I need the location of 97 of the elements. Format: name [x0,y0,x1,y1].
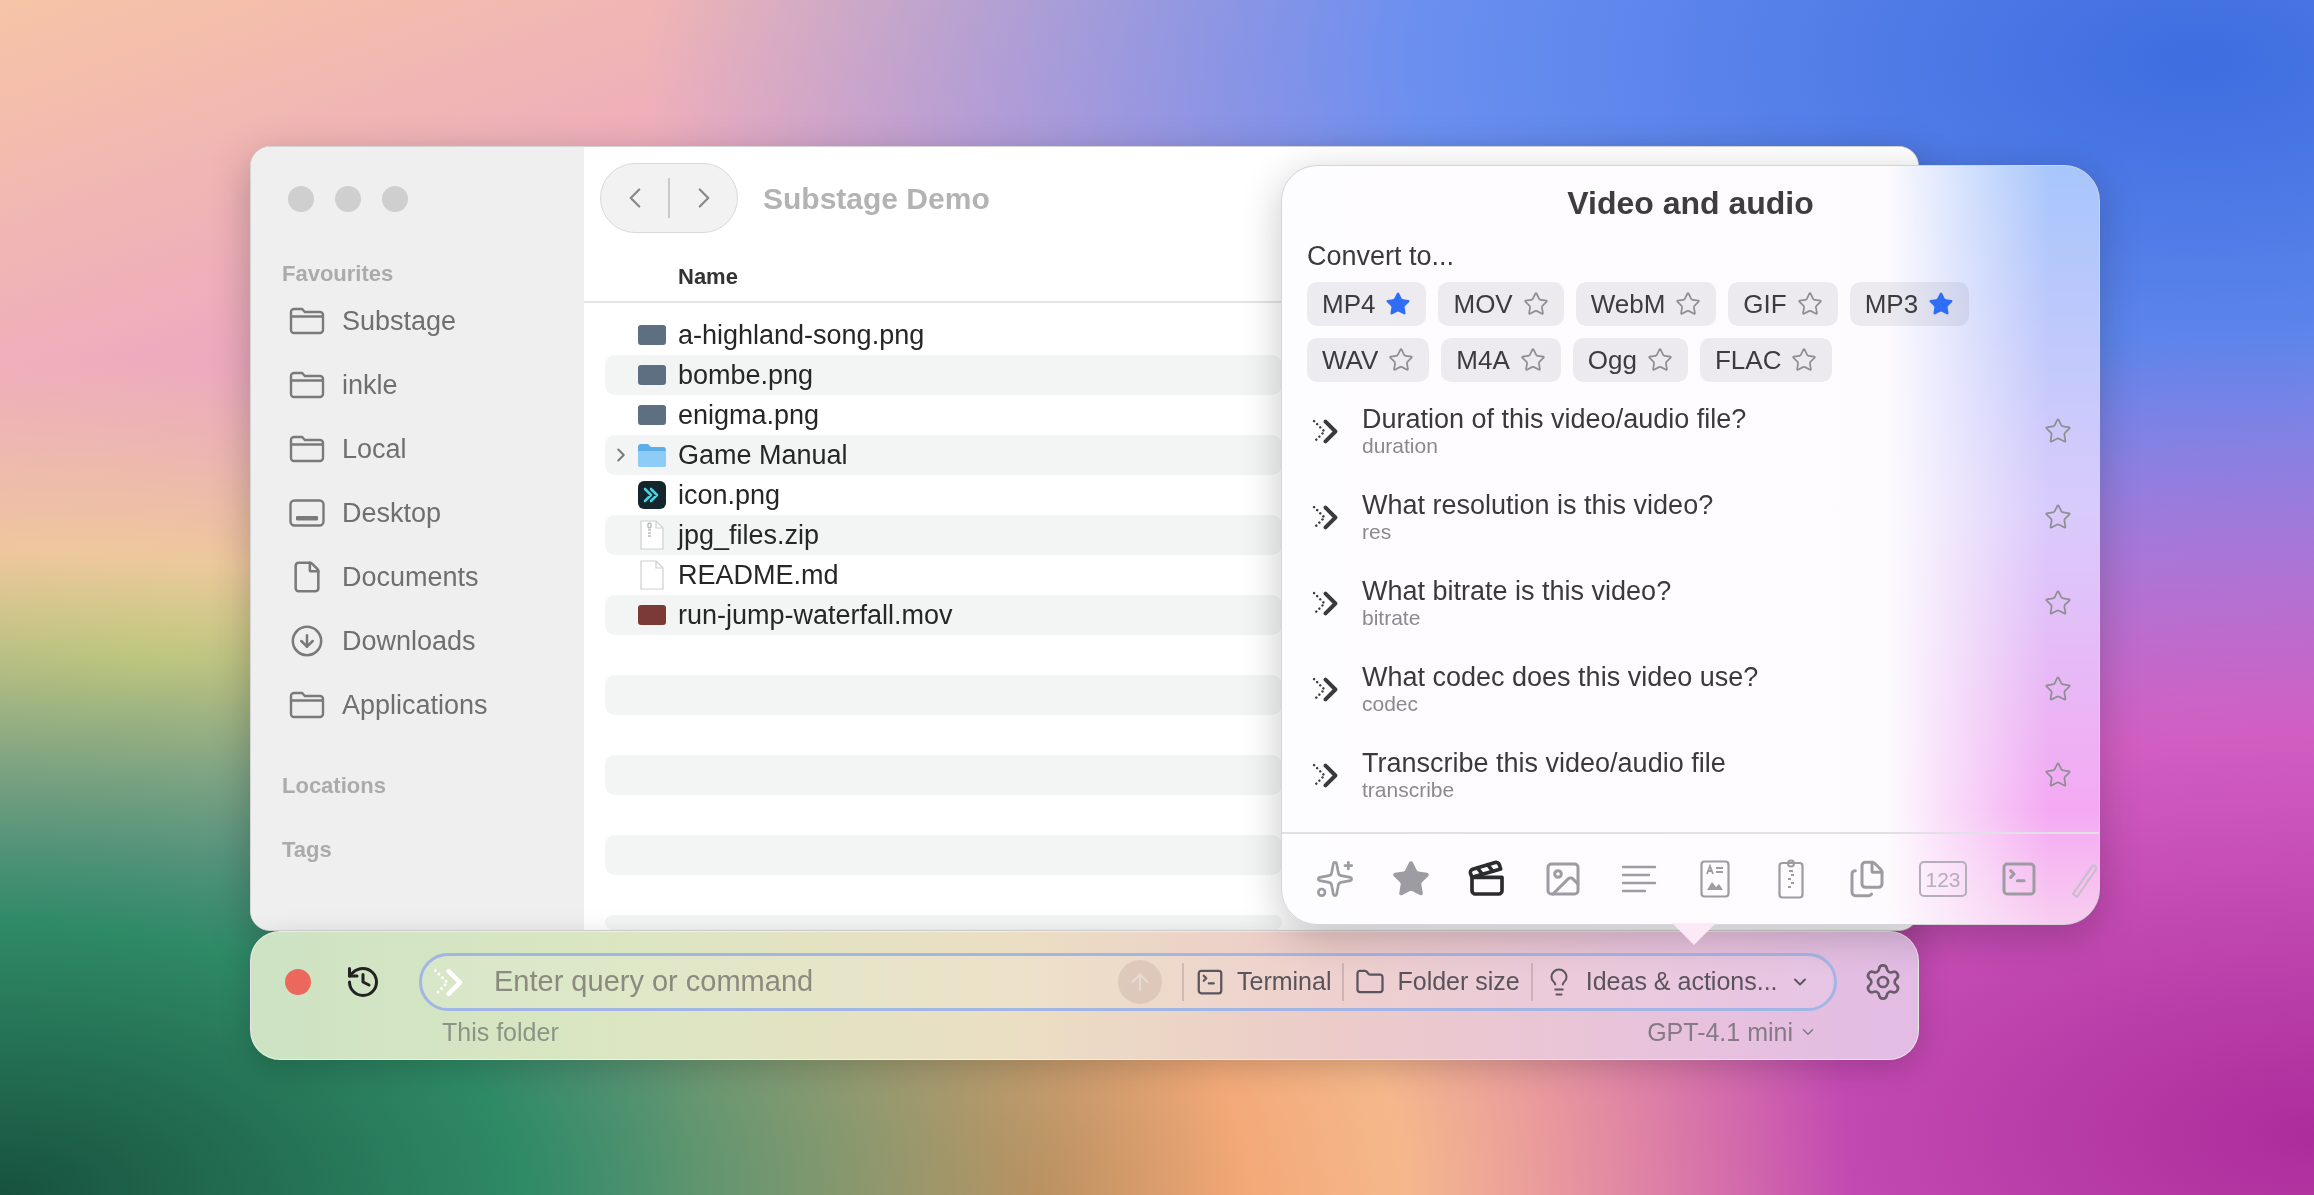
star-icon[interactable] [1646,347,1673,373]
folder-icon [289,435,325,463]
star-icon[interactable] [1388,347,1415,373]
star-icon[interactable] [2044,417,2072,445]
sidebar-item[interactable]: Applications [251,673,584,737]
convert-label: Convert to... [1307,241,1455,271]
folder-size-button[interactable]: Folder size [1352,960,1523,1004]
star-icon[interactable] [2044,503,2072,531]
star-icon[interactable] [1675,291,1702,317]
popover-pointer [1672,923,1716,945]
double-chevron-icon [1312,762,1338,788]
sidebar-item[interactable]: inkle [251,353,584,417]
action-command: codec [1362,692,1420,716]
photo-thumbnail [638,365,666,385]
star-icon[interactable] [2044,675,2072,703]
format-chip[interactable]: MOV [1438,282,1564,326]
terminal-icon [1195,967,1225,997]
action-item[interactable]: What resolution is this video? res [1282,474,2099,560]
format-chip[interactable]: FLAC [1699,338,1833,382]
text-lines-icon [1621,865,1657,893]
action-command: duration [1362,434,1439,458]
folder-icon [289,691,325,719]
photo-thumbnail [638,405,666,425]
file-row[interactable]: enigma.png [605,395,1282,435]
action-title: What codec does this video use? [1362,662,1759,692]
format-chip[interactable]: MP3 [1849,282,1970,326]
file-row[interactable]: README.md [605,555,1282,595]
action-command: bitrate [1362,606,1422,630]
download-icon [290,624,324,658]
action-title: Duration of this video/audio file? [1362,404,1747,434]
sidebar-item[interactable]: Local [251,417,584,481]
folder-icon [289,307,325,335]
file-row[interactable]: a-highland-song.png [605,315,1282,355]
column-header[interactable]: Name [678,259,738,293]
photo-thumbnail [638,325,666,345]
minimize-button[interactable] [335,186,361,212]
sidebar-heading: Locations [282,772,386,800]
format-chip[interactable]: MP4 [1307,282,1427,326]
file-row[interactable]: run-jump-waterfall.mov [605,595,1282,635]
action-title: What bitrate is this video? [1362,576,1672,606]
clapperboard-icon [1467,859,1507,899]
zoom-button[interactable] [382,186,408,212]
action-command: res [1362,520,1393,544]
star-icon[interactable] [2044,589,2072,617]
star-icon[interactable] [1522,291,1549,317]
ideas-dropdown[interactable]: Ideas & actions... [1540,960,1813,1004]
sidebar-item[interactable]: Downloads [251,609,584,673]
desktop-icon [289,499,325,527]
sparkles-icon [1315,859,1355,899]
window-title: Substage Demo [763,180,990,217]
action-item[interactable]: Transcribe this video/audio file transcribe [1282,732,2099,818]
format-chip[interactable]: Ogg [1572,338,1688,382]
format-chip[interactable]: M4A [1441,338,1561,382]
double-chevron-icon [1312,504,1338,530]
star-icon[interactable] [1385,291,1412,317]
action-command: transcribe [1362,778,1456,802]
format-chip[interactable]: GIF [1728,282,1838,326]
star-icon[interactable] [1928,291,1955,317]
action-title: What resolution is this video? [1362,490,1714,520]
file-row[interactable]: Game Manual [605,435,1282,475]
sidebar-item[interactable]: Documents [251,545,584,609]
query-field[interactable]: Enter query or command Terminal Folder size Ideas & actions... [419,953,1837,1011]
video-thumbnail [638,605,666,625]
terminal-button[interactable]: Terminal [1192,960,1335,1004]
star-icon[interactable] [1519,347,1546,373]
format-chip[interactable]: WAV [1307,338,1430,382]
action-item[interactable]: Duration of this video/audio file? duration [1282,388,2099,474]
double-chevron-icon [1312,590,1338,616]
sidebar-item[interactable]: Desktop [251,481,584,545]
scope-label: This folder [442,1017,559,1047]
folder-icon [637,443,667,467]
folder-icon [289,371,325,399]
zip-file-icon [1778,859,1804,899]
format-chip[interactable]: WebM [1575,282,1717,326]
star-icon[interactable] [1796,291,1823,317]
star-icon[interactable] [1791,347,1818,373]
double-chevron-icon [1312,418,1338,444]
document-icon [1700,860,1730,898]
popover-title: Video and audio [1567,184,1814,222]
zip-file-icon [640,520,664,550]
sidebar-item[interactable]: Substage [251,289,584,353]
file-row[interactable]: jpg_files.zip [605,515,1282,555]
file-row[interactable]: bombe.png [605,355,1282,395]
document-icon [640,560,664,590]
star-icon[interactable] [2044,761,2072,789]
file-row[interactable]: icon.png [605,475,1282,515]
close-button[interactable] [285,969,311,995]
action-item[interactable]: What bitrate is this video? bitrate [1282,560,2099,646]
app-icon [638,481,666,509]
close-button[interactable] [288,186,314,212]
action-title: Transcribe this video/audio file [1362,748,1726,778]
double-chevron-icon [1312,676,1338,702]
history-icon[interactable] [345,964,381,1000]
sidebar-heading: Tags [282,836,332,864]
sidebar-heading: Favourites [282,260,394,288]
double-chevron-icon [433,967,463,997]
action-item[interactable]: What codec does this video use? codec [1282,646,2099,732]
